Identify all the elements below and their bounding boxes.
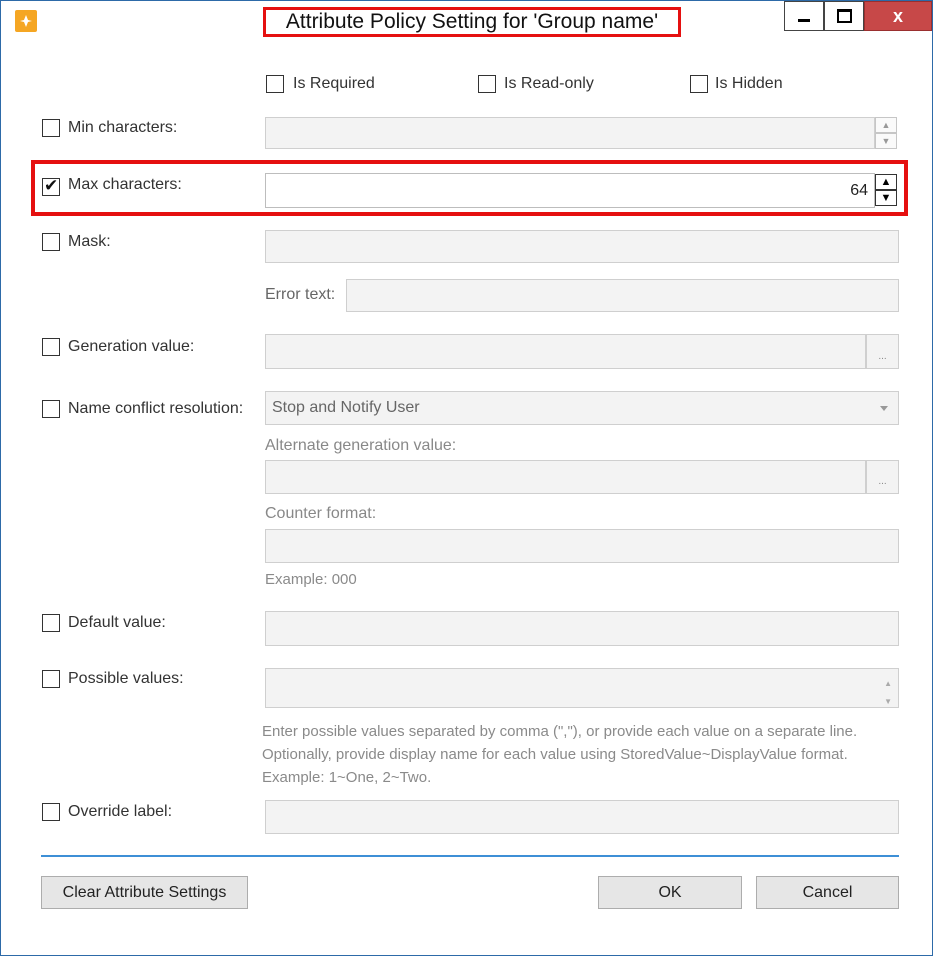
is-read-only-checkbox[interactable] [478,75,496,93]
min-characters-up-button[interactable]: ▲ [875,117,897,133]
close-icon: x [892,5,903,26]
default-value-label: Default value: [68,614,166,631]
close-button[interactable]: x [864,1,932,31]
clear-attribute-settings-button[interactable]: Clear Attribute Settings [41,876,248,909]
clear-button-label: Clear Attribute Settings [62,883,227,901]
app-icon [15,10,37,32]
is-required-checkbox[interactable] [266,75,284,93]
chevron-down-icon: ▼ [880,192,892,204]
counter-format-label: Counter format: [265,505,377,522]
minimize-button[interactable] [784,1,824,31]
override-label-checkbox[interactable] [42,803,60,821]
scrollbar[interactable]: ▲ ▼ [884,675,892,711]
ellipsis-icon: ... [878,476,887,487]
mask-checkbox[interactable] [42,233,60,251]
is-required-label: Is Required [293,75,375,92]
generation-value-browse-button[interactable]: ... [866,334,899,369]
generation-value-label: Generation value: [68,338,195,355]
counter-format-input[interactable] [265,529,899,563]
is-hidden-label: Is Hidden [715,75,783,92]
min-characters-input[interactable] [265,117,875,149]
name-conflict-selected: Stop and Notify User [272,399,420,416]
maximize-button[interactable] [824,1,864,31]
ok-button[interactable]: OK [598,876,742,909]
possible-values-textarea[interactable]: ▲ ▼ [265,668,899,708]
ok-button-label: OK [658,883,682,901]
mask-input[interactable] [265,230,899,263]
possible-values-label: Possible values: [68,670,184,687]
possible-values-help: Enter possible values separated by comma… [262,723,858,786]
counter-format-example: Example: 000 [265,571,357,588]
generation-value-input[interactable] [265,334,866,369]
max-characters-down-button[interactable]: ▼ [875,190,897,206]
override-label-input[interactable] [265,800,899,834]
window-title: Attribute Policy Setting for 'Group name… [263,7,681,37]
is-read-only-label: Is Read-only [504,75,594,92]
default-value-checkbox[interactable] [42,614,60,632]
min-characters-checkbox[interactable] [42,119,60,137]
error-text-label: Error text: [265,286,336,303]
max-characters-input[interactable]: 64 [265,173,875,208]
override-label-label: Override label: [68,803,173,820]
name-conflict-select[interactable]: Stop and Notify User [265,391,899,425]
maximize-icon [836,9,852,23]
divider [41,855,899,857]
window-title-text: Attribute Policy Setting for 'Group name… [285,10,659,33]
title-bar: Attribute Policy Setting for 'Group name… [1,1,932,45]
cancel-button[interactable]: Cancel [756,876,899,909]
min-characters-label: Min characters: [68,119,178,136]
error-text-input[interactable] [346,279,899,312]
ellipsis-icon: ... [878,351,887,362]
possible-values-checkbox[interactable] [42,670,60,688]
chevron-up-icon: ▲ [880,176,892,188]
max-characters-up-button[interactable]: ▲ [875,174,897,190]
alternate-generation-input[interactable] [265,460,866,494]
chevron-down-icon: ▼ [881,136,891,146]
max-characters-label: Max characters: [68,176,182,193]
max-characters-checkbox[interactable] [42,176,60,196]
default-value-input[interactable] [265,611,899,646]
generation-value-checkbox[interactable] [42,338,60,356]
min-characters-down-button[interactable]: ▼ [875,133,897,149]
dialog-window: Attribute Policy Setting for 'Group name… [0,0,933,956]
alternate-generation-browse-button[interactable]: ... [866,460,899,494]
name-conflict-checkbox[interactable] [42,400,60,418]
dropdown-arrow-icon [880,406,888,411]
name-conflict-label: Name conflict resolution: [68,400,244,417]
chevron-up-icon: ▲ [881,120,891,130]
mask-label: Mask: [68,233,111,250]
is-hidden-checkbox[interactable] [690,75,708,93]
alternate-generation-label: Alternate generation value: [265,437,457,454]
minimize-icon [798,18,810,22]
cancel-button-label: Cancel [802,883,853,901]
